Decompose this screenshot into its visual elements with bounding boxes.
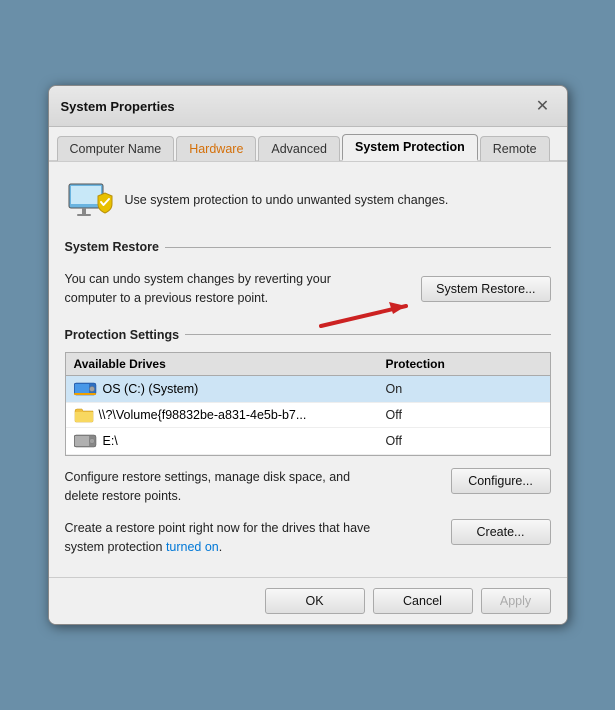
cancel-button[interactable]: Cancel	[373, 588, 473, 614]
apply-button: Apply	[481, 588, 551, 614]
create-highlight: turned on	[166, 540, 219, 554]
table-row[interactable]: OS (C:) (System) On	[66, 376, 550, 403]
system-restore-header: System Restore	[65, 240, 551, 254]
drive-name: E:\	[74, 432, 386, 450]
system-restore-label: System Restore	[65, 240, 160, 254]
col-header-drive: Available Drives	[74, 357, 386, 371]
tab-strip: Computer Name Hardware Advanced System P…	[49, 127, 567, 162]
restore-description: You can undo system changes by reverting…	[65, 270, 375, 308]
close-button[interactable]: ✕	[531, 94, 555, 118]
info-description: Use system protection to undo unwanted s…	[125, 192, 449, 210]
tab-computer-name[interactable]: Computer Name	[57, 136, 175, 161]
dialog-title: System Properties	[61, 99, 175, 114]
protection-settings-section: Protection Settings Available Drives Pro…	[65, 328, 551, 456]
configure-description: Configure restore settings, manage disk …	[65, 468, 375, 506]
ok-button[interactable]: OK	[265, 588, 365, 614]
drives-table-header: Available Drives Protection	[66, 353, 550, 376]
table-row[interactable]: E:\ Off	[66, 428, 550, 455]
create-description: Create a restore point right now for the…	[65, 519, 375, 557]
tab-remote[interactable]: Remote	[480, 136, 550, 161]
tab-advanced[interactable]: Advanced	[258, 136, 340, 161]
configure-row: Configure restore settings, manage disk …	[65, 468, 551, 506]
system-restore-button[interactable]: System Restore...	[421, 276, 550, 302]
col-header-protection: Protection	[386, 357, 542, 371]
create-row: Create a restore point right now for the…	[65, 519, 551, 557]
protection-section-divider	[185, 334, 550, 335]
create-button[interactable]: Create...	[451, 519, 551, 545]
configure-button[interactable]: Configure...	[451, 468, 551, 494]
drive-name: \\?\Volume{f98832be-a831-4e5b-b7...	[74, 407, 386, 423]
system-restore-row: You can undo system changes by reverting…	[65, 264, 551, 314]
table-row[interactable]: \\?\Volume{f98832be-a831-4e5b-b7... Off	[66, 403, 550, 428]
system-protection-icon	[65, 176, 113, 224]
info-row: Use system protection to undo unwanted s…	[65, 176, 551, 224]
title-bar: System Properties ✕	[49, 86, 567, 127]
tab-content: Use system protection to undo unwanted s…	[49, 162, 567, 577]
drive-name: OS (C:) (System)	[74, 380, 386, 398]
drive-protection-status: On	[386, 382, 542, 396]
removable-drive-icon	[74, 432, 98, 450]
hdd-icon	[74, 380, 98, 398]
bottom-bar: OK Cancel Apply	[49, 577, 567, 624]
tab-system-protection[interactable]: System Protection	[342, 134, 478, 161]
folder-icon	[74, 407, 94, 423]
protection-settings-header: Protection Settings	[65, 328, 551, 342]
section-divider	[165, 247, 551, 248]
tab-hardware[interactable]: Hardware	[176, 136, 256, 161]
drive-protection-status: Off	[386, 408, 542, 422]
protection-settings-label: Protection Settings	[65, 328, 180, 342]
drives-table: Available Drives Protection	[65, 352, 551, 456]
system-properties-dialog: System Properties ✕ Computer Name Hardwa…	[48, 85, 568, 625]
drive-protection-status: Off	[386, 434, 542, 448]
